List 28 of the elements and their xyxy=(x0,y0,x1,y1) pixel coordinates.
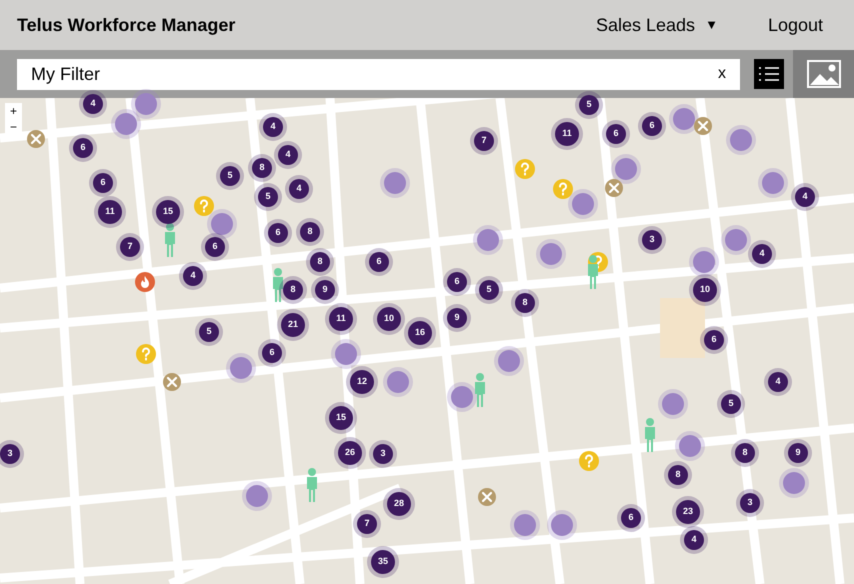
tools-marker-icon[interactable] xyxy=(478,488,496,506)
question-marker-icon[interactable] xyxy=(515,159,535,179)
image-view-button[interactable] xyxy=(793,50,854,98)
question-marker-icon[interactable] xyxy=(553,179,573,199)
sales-leads-menu[interactable]: Sales Leads ▼ xyxy=(596,12,718,38)
person-marker-icon[interactable] xyxy=(305,468,319,502)
tools-marker-icon[interactable] xyxy=(694,117,712,135)
tools-marker-icon[interactable] xyxy=(605,179,623,197)
question-marker-icon[interactable] xyxy=(579,451,599,471)
person-marker-icon[interactable] xyxy=(643,418,657,452)
question-marker-icon[interactable] xyxy=(194,196,214,216)
image-icon xyxy=(806,60,840,88)
filter-field[interactable]: My Filter x xyxy=(17,58,740,90)
clear-button[interactable]: x xyxy=(718,62,726,86)
logout-link[interactable]: Logout xyxy=(768,12,823,38)
person-marker-icon[interactable] xyxy=(163,223,177,257)
caret-icon: ▼ xyxy=(705,15,718,35)
zoom-out-button[interactable]: − xyxy=(10,119,17,135)
person-marker-icon[interactable] xyxy=(271,268,285,302)
tools-marker-icon[interactable] xyxy=(163,373,181,391)
person-marker-icon[interactable] xyxy=(473,373,487,407)
zoom-in-button[interactable]: + xyxy=(10,103,17,119)
question-marker-icon[interactable] xyxy=(136,344,156,364)
flame-marker-icon[interactable] xyxy=(135,272,155,292)
list-view-icon[interactable] xyxy=(754,59,784,89)
person-marker-icon[interactable] xyxy=(586,255,600,289)
app-title: Telus Workforce Manager xyxy=(17,14,236,37)
tools-marker-icon[interactable] xyxy=(27,130,45,148)
